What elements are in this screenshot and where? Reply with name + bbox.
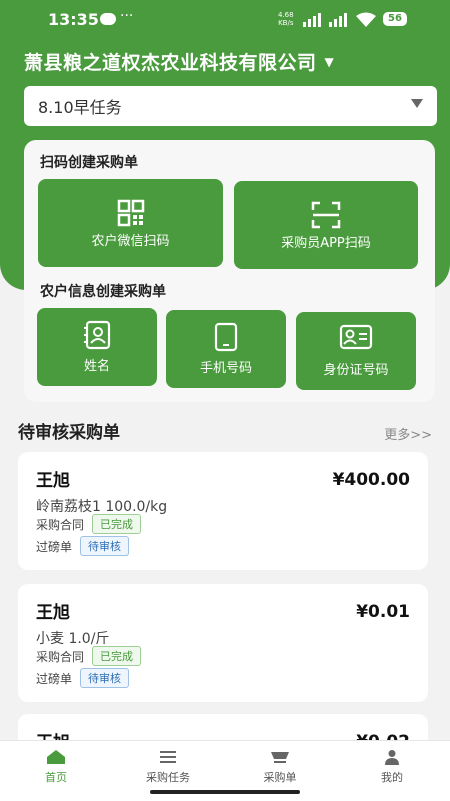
task-dropdown-value: 8.10早任务 xyxy=(38,98,122,117)
weigh-row: 过磅单 待审核 xyxy=(36,536,130,556)
status-time: 13:35 xyxy=(48,10,99,29)
status-dots: ··· xyxy=(120,8,134,24)
order-card[interactable]: 王旭 ¥0.01 小麦 1.0/斤 采购合同 已完成 过磅单 待审核 xyxy=(18,584,428,702)
home-indicator xyxy=(150,790,300,794)
order-card[interactable]: 王旭 ¥400.00 岭南荔枝1 100.0/kg 采购合同 已完成 过磅单 待… xyxy=(18,452,428,570)
product-info: 岭南荔枝1 100.0/kg xyxy=(36,499,168,515)
network-speed-value: 4.68 xyxy=(278,11,294,19)
list-icon xyxy=(160,751,176,763)
weigh-row: 过磅单 待审核 xyxy=(36,668,130,688)
status-badge: 待审核 xyxy=(80,536,130,556)
tab-purchase-orders-label: 采购单 xyxy=(263,771,297,784)
contract-row: 采购合同 已完成 xyxy=(36,646,142,666)
product-info: 小麦 1.0/斤 xyxy=(36,631,110,647)
farmer-name: 王旭 xyxy=(36,603,70,623)
weigh-label: 过磅单 xyxy=(36,671,73,686)
create-by-id-card-button[interactable]: 身份证号码 xyxy=(296,312,416,390)
pending-orders-title: 待审核采购单 xyxy=(18,423,120,443)
info-section-title: 农户信息创建采购单 xyxy=(40,284,166,300)
buyer-app-scan-button[interactable]: 采购员APP扫码 xyxy=(234,181,418,269)
farmer-wechat-scan-button[interactable]: 农户微信扫码 xyxy=(38,179,223,267)
scan-icon xyxy=(311,201,341,229)
network-speed: 4.68 KB/s xyxy=(278,11,294,27)
triangle-down-icon: ▼ xyxy=(324,54,335,69)
create-by-name-button[interactable]: 姓名 xyxy=(37,308,157,386)
weigh-label: 过磅单 xyxy=(36,539,73,554)
tab-mine[interactable]: 我的 xyxy=(336,741,448,801)
buyer-app-scan-label: 采购员APP扫码 xyxy=(281,236,371,251)
status-badge: 待审核 xyxy=(80,668,130,688)
home-icon xyxy=(47,750,65,764)
status-badge: 已完成 xyxy=(92,646,142,666)
more-link[interactable]: 更多>> xyxy=(384,424,432,443)
contract-row: 采购合同 已完成 xyxy=(36,514,142,534)
scan-section-title: 扫码创建采购单 xyxy=(40,155,138,171)
dropdown-arrow-icon xyxy=(411,99,423,108)
tab-purchase-tasks-label: 采购任务 xyxy=(146,771,190,784)
network-speed-unit: KB/s xyxy=(278,19,294,27)
tab-home[interactable]: 首页 xyxy=(0,741,112,801)
create-by-id-card-label: 身份证号码 xyxy=(323,363,389,378)
phone-icon xyxy=(214,322,238,352)
farmer-name: 王旭 xyxy=(36,471,70,491)
contract-label: 采购合同 xyxy=(36,517,85,532)
create-by-phone-button[interactable]: 手机号码 xyxy=(166,310,286,388)
tab-home-label: 首页 xyxy=(45,771,67,784)
wifi-icon xyxy=(356,12,376,27)
user-icon xyxy=(385,750,399,765)
order-amount: ¥0.01 xyxy=(356,602,410,622)
status-bar: 13:35 ··· 4.68 KB/s 56 xyxy=(0,8,450,34)
farmer-wechat-scan-label: 农户微信扫码 xyxy=(91,234,170,249)
contract-label: 采购合同 xyxy=(36,649,85,664)
contact-book-icon xyxy=(84,320,111,350)
signal-icon xyxy=(303,13,347,27)
wechat-icon xyxy=(100,13,116,25)
status-badge: 已完成 xyxy=(92,514,142,534)
task-dropdown[interactable]: 8.10早任务 xyxy=(24,86,437,126)
company-selector[interactable]: 萧县粮之道权杰农业科技有限公司 ▼ xyxy=(24,48,334,75)
battery-indicator: 56 xyxy=(383,12,407,26)
cart-icon xyxy=(271,752,289,763)
tab-mine-label: 我的 xyxy=(381,771,403,784)
order-amount: ¥400.00 xyxy=(332,470,410,490)
id-card-icon xyxy=(339,324,373,350)
qrcode-icon xyxy=(117,199,144,227)
create-by-phone-label: 手机号码 xyxy=(199,361,252,376)
company-name: 萧县粮之道权杰农业科技有限公司 xyxy=(24,52,317,74)
create-order-panel: 扫码创建采购单 农户微信扫码 采购员APP扫码 农户信息创建采购单 姓名 手机号… xyxy=(24,140,435,402)
create-by-name-label: 姓名 xyxy=(83,359,110,374)
